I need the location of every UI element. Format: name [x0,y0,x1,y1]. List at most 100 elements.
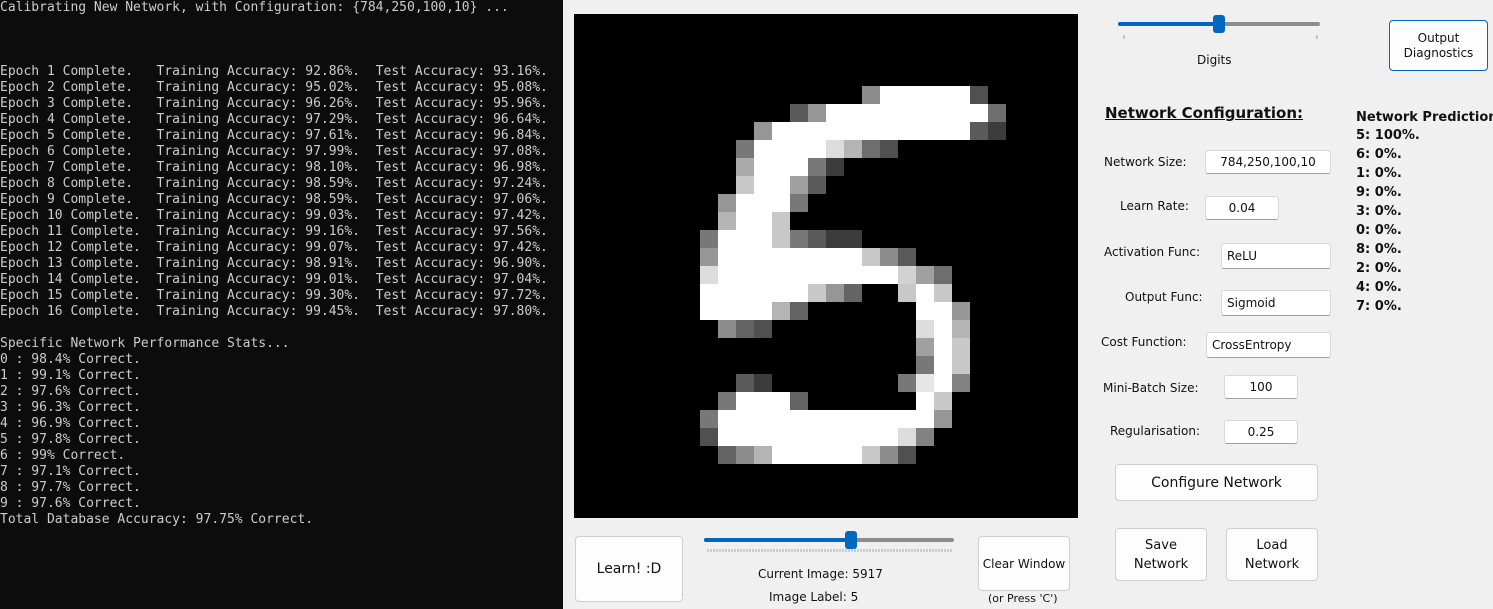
digit-pixel [844,122,862,140]
digit-pixel [916,104,934,122]
digit-pixel [898,266,916,284]
digit-pixel [736,176,754,194]
digit-pixel [988,104,1006,122]
prediction-item: 0: 0%. [1356,223,1402,238]
console-line: Epoch 15 Complete. Training Accuracy: 99… [0,288,548,303]
console-line: Calibrating New Network, with Configurat… [0,0,509,15]
regularisation-input[interactable]: 0.25 [1224,420,1298,444]
digit-pixel [826,284,844,302]
app-window: Digits Output Diagnostics Network Config… [563,0,1493,609]
console-line: Total Database Accuracy: 97.75% Correct. [0,512,314,527]
digit-pixel [736,194,754,212]
digit-pixel [862,140,880,158]
digit-pixel [880,122,898,140]
digit-pixel [754,446,772,464]
digit-pixel [718,248,736,266]
digit-pixel [952,86,970,104]
digit-pixel [808,230,826,248]
console-line: Epoch 6 Complete. Training Accuracy: 97.… [0,144,548,159]
digit-pixel [826,230,844,248]
digit-pixel [916,374,934,392]
configure-network-button[interactable]: Configure Network [1115,464,1318,501]
digit-pixel [970,122,988,140]
digit-pixel [790,446,808,464]
digit-pixel [790,392,808,410]
digit-pixel [916,338,934,356]
digit-pixel [808,104,826,122]
console-line: Epoch 7 Complete. Training Accuracy: 98.… [0,160,548,175]
learn-rate-label: Learn Rate: [1120,199,1189,213]
digit-pixel [862,86,880,104]
learn-rate-input[interactable]: 0.04 [1205,196,1279,220]
prediction-item: 9: 0%. [1356,185,1402,200]
digit-pixel [808,140,826,158]
image-slider-thumb[interactable] [845,531,857,549]
digit-pixel [736,446,754,464]
digit-pixel [934,356,952,374]
digit-pixel [952,104,970,122]
digit-pixel [916,356,934,374]
load-network-button[interactable]: Load Network [1226,528,1318,581]
digit-pixel [862,122,880,140]
digits-slider-thumb[interactable] [1213,15,1225,33]
digit-pixel [736,284,754,302]
learn-button[interactable]: Learn! :D [575,536,683,602]
image-slider-fill [704,538,851,542]
digit-pixel [916,320,934,338]
digit-pixel [952,356,970,374]
digit-pixel [916,122,934,140]
network-size-input[interactable]: 784,250,100,10 [1205,150,1331,174]
digit-pixel [790,158,808,176]
digit-pixel [790,104,808,122]
digit-pixel [862,428,880,446]
digit-pixel [898,428,916,446]
console-line: 5 : 97.8% Correct. [0,432,141,447]
network-config-title: Network Configuration: [1105,104,1303,122]
prediction-item: 6: 0%. [1356,147,1402,162]
digit-pixel [772,140,790,158]
digits-slider-ticks [1123,35,1318,39]
digit-pixel [754,176,772,194]
console-line: 2 : 97.6% Correct. [0,384,141,399]
output-func-input[interactable]: Sigmoid [1221,290,1331,316]
digit-pixel [736,392,754,410]
cost-function-label: Cost Function: [1101,335,1187,349]
digit-pixel [934,302,952,320]
digit-pixel [718,212,736,230]
digit-pixel [916,302,934,320]
digit-pixel [718,266,736,284]
digit-canvas[interactable] [574,14,1078,518]
digit-pixel [826,140,844,158]
digits-slider-fill [1118,22,1219,26]
digit-pixel [898,374,916,392]
save-network-button[interactable]: Save Network [1115,528,1207,581]
digit-pixel [772,392,790,410]
activation-func-input[interactable]: ReLU [1221,243,1331,269]
clear-window-button[interactable]: Clear Window [978,536,1070,591]
digit-pixel [862,248,880,266]
digit-pixel [772,428,790,446]
output-diagnostics-button[interactable]: Output Diagnostics [1389,20,1488,71]
digit-pixel [790,428,808,446]
cost-function-input[interactable]: CrossEntropy [1206,332,1331,358]
digit-pixel [790,284,808,302]
digit-pixel [898,446,916,464]
digit-pixel [772,230,790,248]
digit-pixel [826,122,844,140]
mini-batch-input[interactable]: 100 [1224,375,1298,399]
digit-pixel [934,374,952,392]
digit-pixel [898,86,916,104]
digit-pixel [826,446,844,464]
digit-pixel [970,104,988,122]
digit-pixel [772,194,790,212]
digit-pixel [934,266,952,284]
digit-pixel [826,248,844,266]
digit-pixel [718,230,736,248]
digit-pixel [808,176,826,194]
clear-hint-label: (or Press 'C') [988,592,1058,605]
digit-pixel [988,122,1006,140]
network-size-label: Network Size: [1104,155,1187,169]
digit-pixel [754,158,772,176]
digit-pixel [916,266,934,284]
